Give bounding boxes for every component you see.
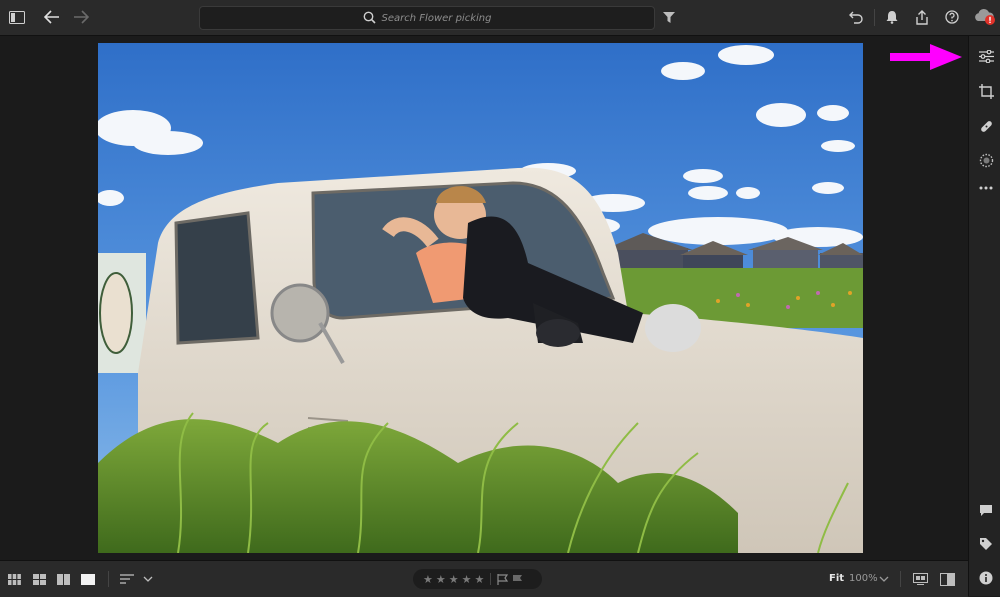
presets-icon[interactable] [912, 572, 928, 586]
bottom-divider [108, 571, 109, 587]
compare-icon[interactable] [56, 572, 70, 586]
tag-icon[interactable] [978, 536, 994, 552]
main-photo[interactable] [98, 43, 863, 553]
rating-divider [490, 573, 492, 585]
star-3-icon[interactable]: ★ [449, 573, 459, 586]
detail-view-icon[interactable] [81, 572, 95, 586]
cloud-icon[interactable] [973, 8, 997, 26]
right-toolbar [968, 36, 1000, 596]
sort-icon[interactable] [119, 572, 135, 586]
search-input[interactable]: Search Flower picking [382, 13, 492, 24]
bottom-bar: ★ ★ ★ ★ ★ Fit 100% [0, 560, 968, 597]
star-1-icon[interactable]: ★ [423, 573, 433, 586]
star-4-icon[interactable]: ★ [462, 573, 472, 586]
star-2-icon[interactable]: ★ [436, 573, 446, 586]
more-icon[interactable] [978, 182, 994, 194]
search-icon [363, 9, 376, 28]
rating-flag-control: ★ ★ ★ ★ ★ [413, 569, 542, 589]
comment-icon[interactable] [978, 502, 994, 518]
bell-icon[interactable] [884, 9, 900, 25]
edit-sliders-icon[interactable] [978, 48, 994, 64]
zoom-chevron-icon[interactable] [878, 573, 890, 585]
before-after-icon[interactable] [939, 572, 955, 586]
search-bar[interactable]: Search Flower picking [199, 6, 655, 30]
star-5-icon[interactable]: ★ [475, 573, 485, 586]
filter-icon[interactable] [661, 9, 677, 25]
share-icon[interactable] [914, 8, 930, 26]
info-icon[interactable] [978, 570, 994, 586]
sidebar-toggle-icon[interactable] [8, 9, 26, 25]
back-arrow-icon[interactable] [43, 8, 61, 26]
bottom-divider-right [900, 571, 901, 587]
photo-canvas [0, 36, 968, 560]
help-icon[interactable] [944, 9, 960, 25]
square-grid-icon[interactable] [32, 572, 46, 586]
masking-icon[interactable] [978, 152, 994, 168]
toolbar-divider [874, 9, 875, 26]
flag-reject-icon[interactable] [512, 570, 524, 589]
zoom-fit-label[interactable]: Fit [829, 573, 844, 584]
crop-icon[interactable] [978, 83, 994, 99]
top-bar: Search Flower picking [0, 0, 1000, 36]
healing-icon[interactable] [978, 118, 994, 134]
chevron-down-icon[interactable] [142, 573, 154, 585]
flag-pick-icon[interactable] [497, 570, 509, 589]
undo-icon[interactable] [848, 9, 864, 25]
annotation-arrow-icon [890, 44, 962, 70]
zoom-level[interactable]: 100% [849, 573, 878, 584]
forward-arrow-icon[interactable] [72, 8, 90, 26]
grid-view-icon[interactable] [7, 572, 21, 586]
